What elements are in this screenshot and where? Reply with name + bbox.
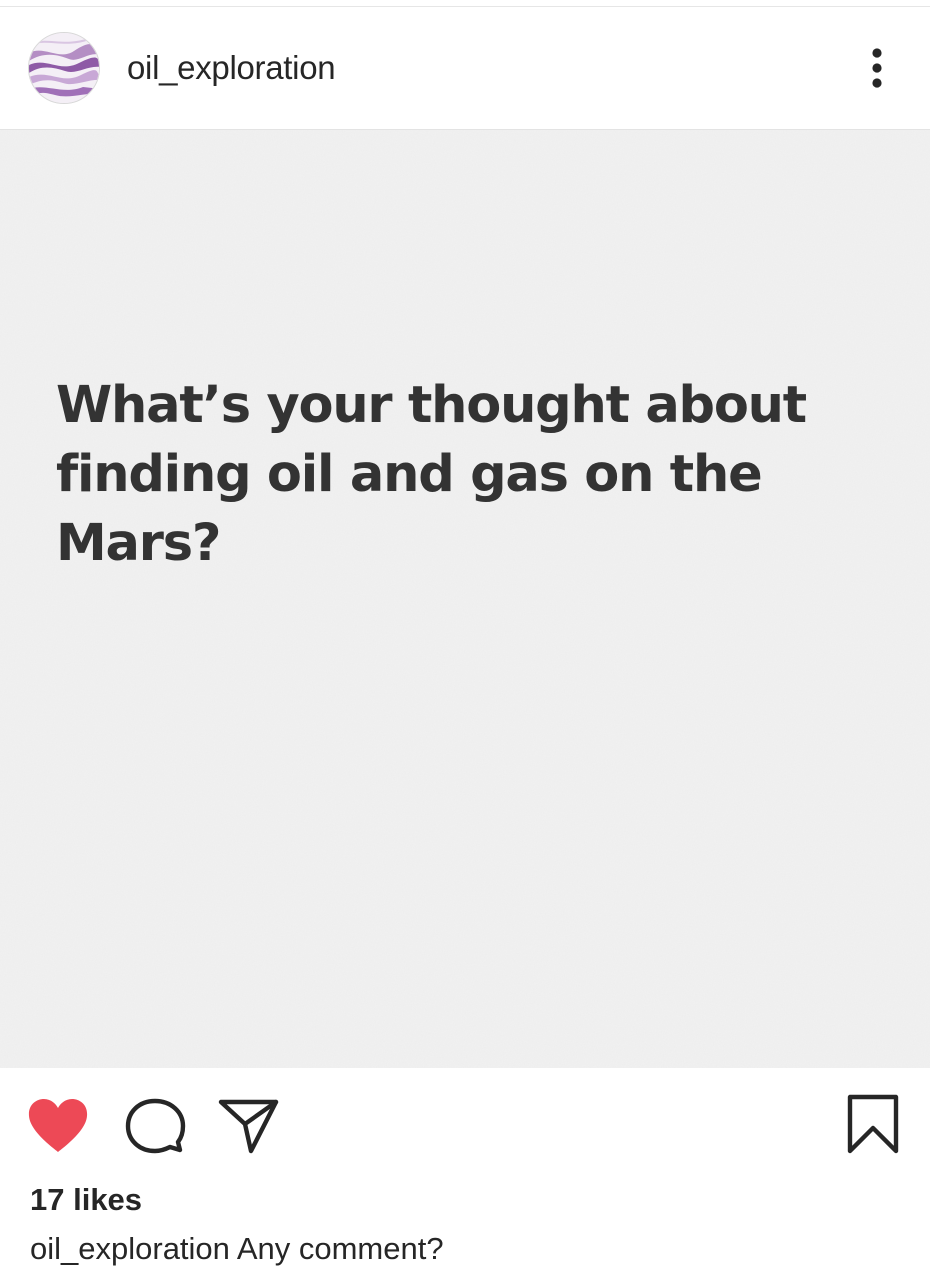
caption-text: Any comment? [236, 1231, 444, 1266]
comment-button[interactable] [124, 1096, 186, 1156]
caption-username[interactable]: oil_exploration [30, 1231, 230, 1266]
save-button[interactable] [844, 1092, 902, 1156]
post-username[interactable]: oil_exploration [127, 48, 336, 88]
likes-count[interactable]: 17 likes [30, 1181, 142, 1219]
caption: oil_exploration Any comment? [30, 1230, 444, 1268]
instagram-post: oil_exploration What’s your thought abou… [0, 0, 930, 1279]
heart-icon [28, 1099, 88, 1152]
more-options-button[interactable] [858, 45, 898, 93]
action-bar [0, 1068, 930, 1184]
paper-texture [0, 130, 930, 1068]
post-header: oil_exploration [0, 7, 930, 130]
avatar-image [29, 33, 99, 103]
top-divider [0, 0, 930, 7]
like-button[interactable] [26, 1096, 90, 1156]
bookmark-icon [847, 1094, 899, 1154]
share-icon [218, 1099, 279, 1154]
avatar[interactable] [28, 32, 100, 104]
post-image-text: What’s your thought about finding oil an… [56, 376, 807, 573]
post-image[interactable]: What’s your thought about finding oil an… [0, 130, 930, 1068]
comment-icon [125, 1098, 186, 1154]
share-button[interactable] [218, 1096, 280, 1156]
more-options-icon [872, 48, 882, 88]
